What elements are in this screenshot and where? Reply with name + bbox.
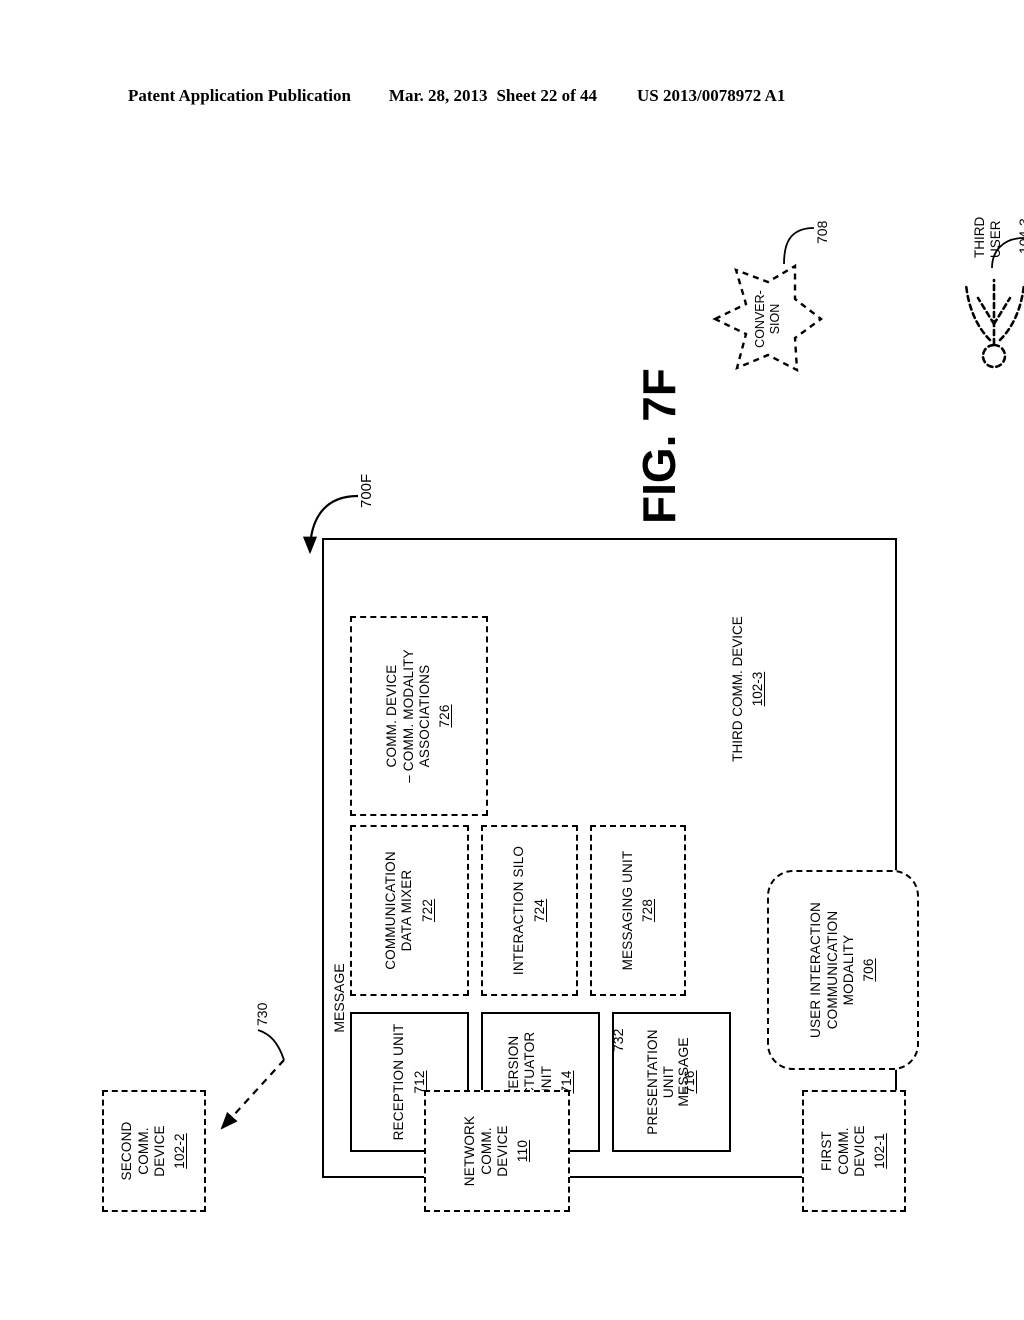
message-ref-730: 730: [254, 1002, 270, 1026]
conversion-starburst[interactable]: CONVER- SION: [712, 260, 824, 378]
message-730-text: MESSAGE: [330, 963, 347, 1033]
second-comm-device-line3: DEVICE: [152, 1125, 167, 1177]
modality-line2: COMMUNICATION: [824, 910, 840, 1030]
conversion-ref-708: 708: [814, 220, 830, 244]
network-comm-device-line3: DEVICE: [495, 1125, 510, 1177]
network-comm-device-box[interactable]: NETWORK COMM. DEVICE 110: [424, 1090, 570, 1212]
third-user-line1: THIRD: [972, 216, 988, 258]
interaction-silo-box[interactable]: INTERACTION SILO 724: [481, 825, 578, 996]
publication-date: Mar. 28, 2013: [388, 86, 488, 105]
third-user-ref: 104-3: [1016, 218, 1024, 254]
messaging-unit-box[interactable]: MESSAGING UNIT 728: [590, 825, 686, 996]
associations-box[interactable]: COMM. DEVICE – COMM. MODALITY ASSOCIATIO…: [350, 616, 488, 816]
conversion-line1: CONVER-: [753, 290, 767, 348]
conversion-line2: SION: [768, 303, 782, 335]
conversion-leader: [783, 227, 815, 265]
first-comm-device-box[interactable]: FIRST COMM. DEVICE 102-1: [802, 1090, 906, 1212]
data-mixer-ref: 722: [419, 898, 435, 923]
page-header: Patent Application Publication Mar. 28, …: [128, 86, 896, 106]
data-mixer-line2: DATA MIXER: [399, 869, 415, 952]
communication-data-mixer-box[interactable]: COMMUNICATION DATA MIXER 722: [350, 825, 469, 996]
first-comm-device-line1: FIRST: [819, 1131, 835, 1171]
modality-line1: USER INTERACTION: [808, 902, 824, 1038]
figure-caption: FIG. 7F: [633, 368, 685, 524]
second-comm-device-line1: SECOND: [119, 1121, 135, 1181]
messaging-unit-label: MESSAGING UNIT: [619, 850, 635, 971]
third-user-figure: [948, 266, 1024, 372]
figure-drawing: COMM. DEVICE – COMM. MODALITY ASSOCIATIO…: [72, 178, 1024, 1238]
interaction-silo-ref: 724: [531, 898, 547, 923]
network-comm-device-line2: COMM.: [478, 1127, 494, 1175]
third-comm-device-ref: 102-3: [750, 671, 766, 707]
second-comm-device-box[interactable]: SECOND COMM. DEVICE 102-2: [102, 1090, 206, 1212]
network-comm-device-ref: 110: [515, 1139, 531, 1163]
second-comm-device-ref: 102-2: [172, 1133, 188, 1169]
message-leader-730: [257, 1029, 285, 1061]
third-comm-device-container: COMM. DEVICE – COMM. MODALITY ASSOCIATIO…: [322, 538, 897, 1178]
message-label-730: MESSAGE: [314, 938, 348, 1058]
associations-line1: COMM. DEVICE: [384, 664, 400, 768]
message-label-732: MESSAGE: [658, 1012, 692, 1132]
message-ref-732: 732: [610, 1028, 626, 1052]
third-user-label: THIRD USER: [956, 198, 1005, 258]
third-user-line2: USER: [988, 220, 1004, 258]
first-comm-device-line3: DEVICE: [852, 1125, 867, 1177]
user-interaction-modality-box[interactable]: USER INTERACTION COMMUNICATION MODALITY …: [767, 870, 919, 1070]
third-comm-device-label: THIRD COMM. DEVICE: [730, 616, 746, 762]
data-mixer-line1: COMMUNICATION: [382, 851, 398, 970]
sheet-number: Sheet 22 of 44: [496, 86, 598, 105]
first-comm-device-line2: COMM.: [835, 1127, 851, 1175]
reception-unit-label: RECEPTION UNIT: [391, 1023, 407, 1141]
system-ref-700f: 700F: [358, 473, 375, 508]
message-arrow-730: [220, 1059, 285, 1130]
associations-line2: – COMM. MODALITY: [400, 649, 416, 783]
second-comm-device-line2: COMM.: [135, 1127, 151, 1175]
message-732-text: MESSAGE: [674, 1037, 691, 1107]
third-comm-device-caption: THIRD COMM. DEVICE 102-3: [714, 574, 783, 804]
person-icon: [964, 278, 1024, 369]
messaging-unit-ref: 728: [640, 898, 655, 923]
network-comm-device-line1: NETWORK: [462, 1115, 478, 1187]
first-comm-device-ref: 102-1: [872, 1133, 888, 1169]
associations-ref: 726: [437, 704, 453, 728]
conversion-text: CONVER- SION: [753, 290, 783, 348]
modality-ref: 706: [861, 958, 877, 982]
interaction-silo-label: INTERACTION SILO: [511, 845, 527, 976]
associations-line3: ASSOCIATIONS: [417, 664, 432, 768]
modality-line3: MODALITY: [841, 934, 856, 1006]
publication-label: Patent Application Publication: [128, 86, 351, 105]
patent-number: US 2013/0078972 A1: [637, 86, 786, 105]
